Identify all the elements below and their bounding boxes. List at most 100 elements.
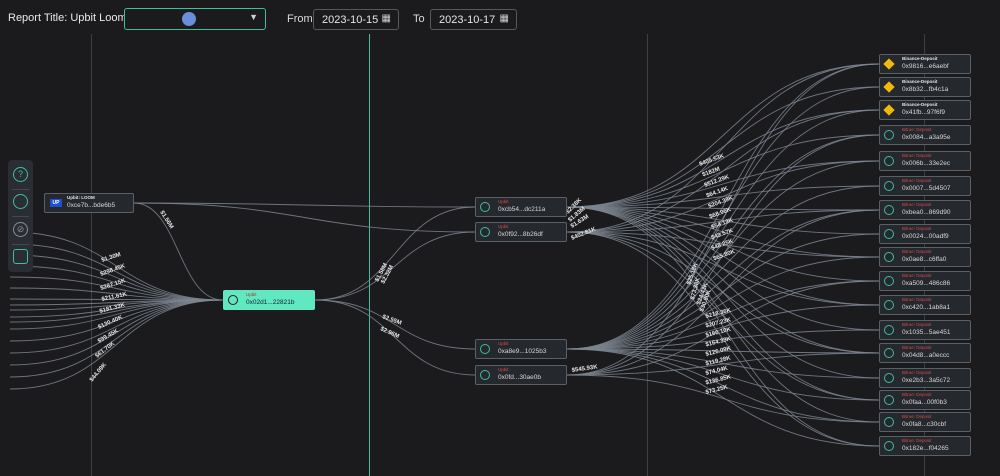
flow-edge bbox=[9, 299, 224, 378]
node-address: 0x41fb...97f6f9 bbox=[902, 109, 946, 116]
destination-node[interactable]: Bitrue: Deposit 0x04d8...a0eccc bbox=[879, 343, 971, 363]
binance-logo-icon bbox=[883, 104, 895, 116]
destination-node[interactable]: Binance-Deposit 0x41fb...97f6f9 bbox=[879, 100, 971, 120]
wallet-icon bbox=[884, 300, 894, 310]
destination-node[interactable]: Bitrue: Deposit 0x006b...33e2ec bbox=[879, 151, 971, 171]
wallet-icon bbox=[480, 370, 490, 380]
mid-node[interactable]: Upbit 0xcb54...dc211a bbox=[475, 197, 567, 217]
wallet-icon bbox=[884, 373, 894, 383]
refresh-icon[interactable] bbox=[13, 194, 28, 209]
destination-node[interactable]: Bitrue: Deposit 0x0024...00adf9 bbox=[879, 224, 971, 244]
flow-edge bbox=[133, 202, 476, 233]
wallet-icon bbox=[480, 202, 490, 212]
node-address: 0x182e...f04265 bbox=[902, 445, 949, 452]
hide-icon[interactable]: ⊘ bbox=[13, 222, 28, 237]
node-tag: Upbit bbox=[498, 341, 509, 346]
node-address: 0xce7b...bde6b5 bbox=[67, 202, 116, 209]
node-address: 0xa509...486c86 bbox=[902, 280, 951, 287]
help-icon[interactable]: ? bbox=[13, 167, 28, 182]
wallet-icon bbox=[480, 227, 490, 237]
node-address: 0x0007...5d4507 bbox=[902, 185, 951, 192]
edge-label: $2.96M bbox=[379, 326, 400, 340]
wallet-icon bbox=[884, 205, 894, 215]
edge-label: $211.61K bbox=[101, 292, 128, 303]
flow-edge bbox=[9, 299, 224, 390]
node-address: 0xc420...1ab8a1 bbox=[902, 304, 951, 311]
flow-edge bbox=[566, 63, 880, 208]
node-address: 0x0084...a3a95e bbox=[902, 134, 951, 141]
node-address: 0xe2b3...3a5c72 bbox=[902, 377, 951, 384]
center-node-selected[interactable]: Upbit 0x02d1...22821b bbox=[223, 290, 315, 310]
node-tag: Bitrue: Deposit bbox=[902, 297, 932, 302]
node-tag: Binance-Deposit bbox=[902, 56, 938, 61]
destination-node[interactable]: Bitrue: Deposit 0xc420...1ab8a1 bbox=[879, 295, 971, 315]
node-tag: Bitrue: Deposit bbox=[902, 127, 932, 132]
save-icon[interactable] bbox=[13, 249, 28, 264]
wallet-icon bbox=[884, 252, 894, 262]
node-address: 0x8b32...fb4c1a bbox=[902, 86, 949, 93]
destination-node[interactable]: Bitrue: Deposit 0xbea0...869d90 bbox=[879, 200, 971, 220]
destination-node[interactable]: Bitrue: Deposit 0x0ae8...c6ffa0 bbox=[879, 247, 971, 267]
toolbar-divider bbox=[12, 189, 29, 190]
node-address: 0x0f92...8b26df bbox=[498, 231, 543, 238]
destination-node[interactable]: Bitrue: Deposit 0x182e...f04265 bbox=[879, 436, 971, 456]
wallet-icon bbox=[884, 156, 894, 166]
node-address: 0x1035...5ae451 bbox=[902, 329, 951, 336]
flow-edge bbox=[133, 202, 224, 301]
node-address: 0x0faa...00f0b3 bbox=[902, 399, 947, 406]
node-tag: Bitrue: Deposit bbox=[902, 249, 932, 254]
node-address: 0xbea0...869d90 bbox=[902, 209, 951, 216]
mid-node[interactable]: Upbit 0xa8e9...1025b3 bbox=[475, 339, 567, 359]
source-node[interactable]: UP Upbit: LOOM 0xce7b...bde6b5 bbox=[44, 193, 134, 213]
node-address: 0x0ae8...c6ffa0 bbox=[902, 256, 947, 263]
wallet-icon bbox=[884, 348, 894, 358]
node-tag: Bitrue: Deposit bbox=[902, 273, 932, 278]
edge-label: $2.55M bbox=[381, 314, 402, 326]
node-tag: Upbit bbox=[498, 224, 509, 229]
node-address: 0x04d8...a0eccc bbox=[902, 352, 950, 359]
node-tag: Bitrue: Deposit bbox=[902, 153, 932, 158]
graph-toolbar: ? ⊘ bbox=[8, 160, 33, 272]
node-tag: Upbit: LOOM bbox=[67, 195, 95, 200]
node-address: 0x006b...33e2ec bbox=[902, 160, 951, 167]
mid-node[interactable]: Upbit 0x0f92...8b26df bbox=[475, 222, 567, 242]
node-address: 0x0fd...30ae0b bbox=[498, 374, 542, 381]
wallet-icon bbox=[884, 276, 894, 286]
destination-node[interactable]: Bitrue: Deposit 0x0084...a3a95e bbox=[879, 125, 971, 145]
node-address: 0xcb54...dc211a bbox=[498, 206, 546, 213]
node-tag: Upbit bbox=[498, 199, 509, 204]
binance-logo-icon bbox=[883, 81, 895, 93]
node-tag: Bitrue: Deposit bbox=[902, 345, 932, 350]
edge-label: $130.40K bbox=[97, 314, 124, 330]
wallet-icon bbox=[884, 325, 894, 335]
destination-node[interactable]: Bitrue: Deposit 0x0faa...00f0b3 bbox=[879, 390, 971, 410]
node-tag: Upbit bbox=[246, 292, 257, 297]
destination-node[interactable]: Bitrue: Deposit 0x0fa8...c30cbf bbox=[879, 412, 971, 432]
destination-node[interactable]: Bitrue: Deposit 0xe2b3...3a5c72 bbox=[879, 368, 971, 388]
wallet-icon bbox=[884, 441, 894, 451]
node-tag: Bitrue: Deposit bbox=[902, 370, 932, 375]
wallet-icon bbox=[884, 130, 894, 140]
edge-label: $1.30M bbox=[101, 252, 122, 264]
node-address: 0xa8e9...1025b3 bbox=[498, 348, 547, 355]
mid-node[interactable]: Upbit 0x0fd...30ae0b bbox=[475, 365, 567, 385]
toolbar-divider bbox=[12, 216, 29, 217]
node-tag: Bitrue: Deposit bbox=[902, 322, 932, 327]
destination-node[interactable]: Bitrue: Deposit 0x1035...5ae451 bbox=[879, 320, 971, 340]
wallet-icon bbox=[884, 181, 894, 191]
toolbar-divider bbox=[12, 244, 29, 245]
destination-node[interactable]: Bitrue: Deposit 0xa509...486c86 bbox=[879, 271, 971, 291]
destination-node[interactable]: Binance-Deposit 0x9816...e6aebf bbox=[879, 54, 971, 74]
wallet-icon bbox=[480, 344, 490, 354]
node-address: 0x0024...00adf9 bbox=[902, 233, 949, 240]
node-address: 0x0fa8...c30cbf bbox=[902, 421, 947, 428]
wallet-icon bbox=[884, 417, 894, 427]
destination-node[interactable]: Bitrue: Deposit 0x0007...5d4507 bbox=[879, 176, 971, 196]
node-tag: Bitrue: Deposit bbox=[902, 414, 932, 419]
wallet-icon bbox=[228, 295, 238, 305]
flow-edge bbox=[314, 231, 476, 301]
wallet-icon bbox=[884, 395, 894, 405]
destination-node[interactable]: Binance-Deposit 0x8b32...fb4c1a bbox=[879, 77, 971, 97]
node-tag: Binance-Deposit bbox=[902, 79, 938, 84]
node-tag: Bitrue: Deposit bbox=[902, 226, 932, 231]
